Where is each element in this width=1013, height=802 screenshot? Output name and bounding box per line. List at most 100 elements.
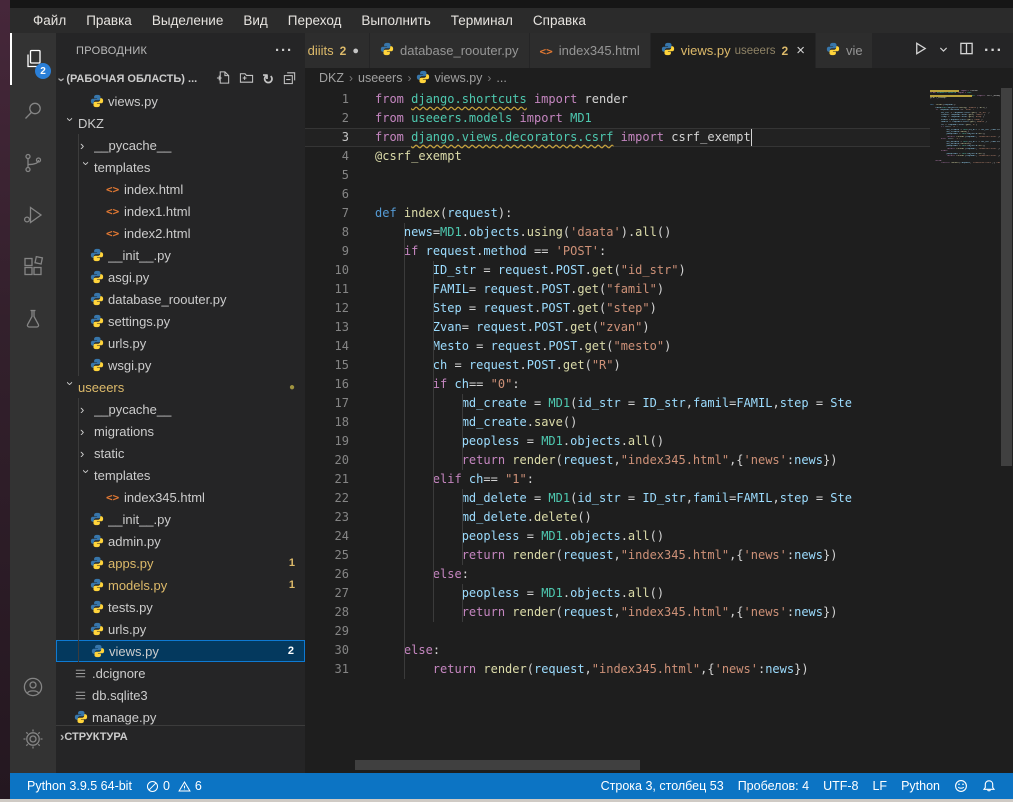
code-line[interactable]: 25 return render(request,"index345.html"… [305, 546, 930, 565]
tab-close-icon[interactable]: × [796, 42, 805, 59]
tab[interactable]: views.pyuseeers2× [651, 33, 816, 68]
tree-row[interactable]: .dcignore [56, 662, 305, 684]
code-line[interactable]: 24 peopless = MD1.objects.all() [305, 527, 930, 546]
settings-gear-icon[interactable] [10, 713, 56, 765]
run-button[interactable] [913, 41, 928, 61]
tree-row[interactable]: settings.py [56, 310, 305, 332]
code-line[interactable]: 16 if ch== "0": [305, 375, 930, 394]
code-line[interactable]: 26 else: [305, 565, 930, 584]
tab[interactable]: diiits2● [305, 33, 370, 68]
code-line[interactable]: 11 FAMIL= request.POST.get("famil") [305, 280, 930, 299]
testing-icon[interactable] [10, 293, 56, 345]
eol[interactable]: LF [865, 773, 894, 799]
code-pane[interactable]: 1from django.shortcuts import render2fro… [305, 88, 930, 773]
tree-row[interactable]: ›useeers● [56, 376, 305, 398]
vertical-scrollbar-slider[interactable] [1001, 88, 1012, 466]
menu-item[interactable]: Выполнить [352, 11, 439, 30]
code-line[interactable]: 13 Zvan= request.POST.get("zvan") [305, 318, 930, 337]
code-line[interactable]: 28 return render(request,"index345.html"… [305, 603, 930, 622]
menu-item[interactable]: Файл [24, 11, 75, 30]
menu-item[interactable]: Переход [279, 11, 351, 30]
code-line[interactable]: 18 md_create.save() [305, 413, 930, 432]
code-line[interactable]: 19 peopless = MD1.objects.all() [305, 432, 930, 451]
tree-row[interactable]: ›__pycache__ [56, 398, 305, 420]
tree-row[interactable]: wsgi.py [56, 354, 305, 376]
tree-row[interactable]: <>index1.html [56, 200, 305, 222]
menu-item[interactable]: Справка [524, 11, 595, 30]
menu-item[interactable]: Вид [234, 11, 276, 30]
menu-item[interactable]: Терминал [442, 11, 522, 30]
code-line[interactable]: 4@csrf_exempt [305, 147, 930, 166]
tree-row[interactable]: ›DKZ [56, 112, 305, 134]
tree-row[interactable]: __init__.py [56, 244, 305, 266]
code-editor[interactable]: 1from django.shortcuts import render2fro… [305, 88, 1013, 773]
code-line[interactable]: 12 Step = request.POST.get("step") [305, 299, 930, 318]
code-line[interactable]: 21 elif ch== "1": [305, 470, 930, 489]
tree-row[interactable]: admin.py [56, 530, 305, 552]
code-line[interactable]: 8 news=MD1.objects.using('daata').all() [305, 223, 930, 242]
code-line[interactable]: 7def index(request): [305, 204, 930, 223]
tree-row[interactable]: ›templates [56, 156, 305, 178]
sidebar-more-actions[interactable]: ··· [275, 42, 293, 59]
tree-row[interactable]: asgi.py [56, 266, 305, 288]
code-line[interactable]: 6 [305, 185, 930, 204]
tree-row[interactable]: <>index.html [56, 178, 305, 200]
tree-row[interactable]: tests.py [56, 596, 305, 618]
code-line[interactable]: 20 return render(request,"index345.html"… [305, 451, 930, 470]
split-editor-icon[interactable] [959, 41, 974, 61]
breadcrumb-item[interactable]: useeers [358, 71, 402, 85]
breadcrumb-item[interactable]: ... [496, 71, 506, 85]
workspace-header[interactable]: › (РАБОЧАЯ ОБЛАСТЬ) ... ↻ [56, 68, 305, 90]
search-icon[interactable] [10, 85, 56, 137]
horizontal-scrollbar-slider[interactable] [355, 760, 640, 770]
code-line[interactable]: 1from django.shortcuts import render [305, 90, 930, 109]
tree-row[interactable]: apps.py1 [56, 552, 305, 574]
indentation[interactable]: Пробелов: 4 [731, 773, 816, 799]
new-file-icon[interactable] [216, 70, 231, 88]
run-dropdown-icon[interactable] [938, 42, 949, 60]
source-control-icon[interactable] [10, 137, 56, 189]
outline-section[interactable]: › СТРУКТУРА [56, 725, 305, 747]
code-line[interactable]: 31 return render(request,"index345.html"… [305, 660, 930, 679]
menu-item[interactable]: Выделение [143, 11, 233, 30]
code-line[interactable]: 5 [305, 166, 930, 185]
code-line[interactable]: 14 Mesto = request.POST.get("mesto") [305, 337, 930, 356]
feedback-icon[interactable] [947, 773, 975, 799]
tab[interactable]: database_roouter.py [370, 33, 530, 68]
encoding[interactable]: UTF-8 [816, 773, 865, 799]
new-folder-icon[interactable] [239, 70, 254, 88]
code-line[interactable]: 23 md_delete.delete() [305, 508, 930, 527]
breadcrumb-item[interactable]: DKZ [319, 71, 344, 85]
collapse-all-icon[interactable] [282, 70, 297, 88]
explorer-icon[interactable]: 2 [10, 33, 56, 85]
tree-row[interactable]: views.py [56, 90, 305, 112]
more-actions-icon[interactable]: ··· [984, 42, 1003, 60]
tree-row[interactable]: ›__pycache__ [56, 134, 305, 156]
code-line[interactable]: 29 [305, 622, 930, 641]
code-line[interactable]: 30 else: [305, 641, 930, 660]
tab[interactable]: <>index345.html [530, 33, 651, 68]
tree-row[interactable]: ›migrations [56, 420, 305, 442]
tree-row[interactable]: <>index345.html [56, 486, 305, 508]
tree-row[interactable]: views.py2 [56, 640, 305, 662]
code-line[interactable]: 15 ch = request.POST.get("R") [305, 356, 930, 375]
tree-row[interactable]: __init__.py [56, 508, 305, 530]
minimap[interactable]: from django.shortcuts import renderfrom … [930, 88, 1000, 773]
tree-row[interactable]: db.sqlite3 [56, 684, 305, 706]
tree-row[interactable]: urls.py [56, 332, 305, 354]
code-line[interactable]: 17 md_create = MD1(id_str = ID_str,famil… [305, 394, 930, 413]
extensions-icon[interactable] [10, 241, 56, 293]
tree-row[interactable]: ›templates [56, 464, 305, 486]
bell-icon[interactable] [975, 773, 1003, 799]
breadcrumb-item[interactable]: views.py [416, 70, 482, 87]
python-interpreter[interactable]: Python 3.9.5 64-bit [20, 773, 139, 799]
vertical-scrollbar[interactable] [1000, 88, 1013, 773]
code-line[interactable]: 3from django.views.decorators.csrf impor… [305, 128, 930, 147]
cursor-position[interactable]: Строка 3, столбец 53 [594, 773, 731, 799]
tree-row[interactable]: models.py1 [56, 574, 305, 596]
tree-row[interactable]: database_roouter.py [56, 288, 305, 310]
language-mode[interactable]: Python [894, 773, 947, 799]
code-line[interactable]: 10 ID_str = request.POST.get("id_str") [305, 261, 930, 280]
refresh-icon[interactable]: ↻ [262, 72, 274, 86]
tab[interactable]: vie [816, 33, 873, 68]
